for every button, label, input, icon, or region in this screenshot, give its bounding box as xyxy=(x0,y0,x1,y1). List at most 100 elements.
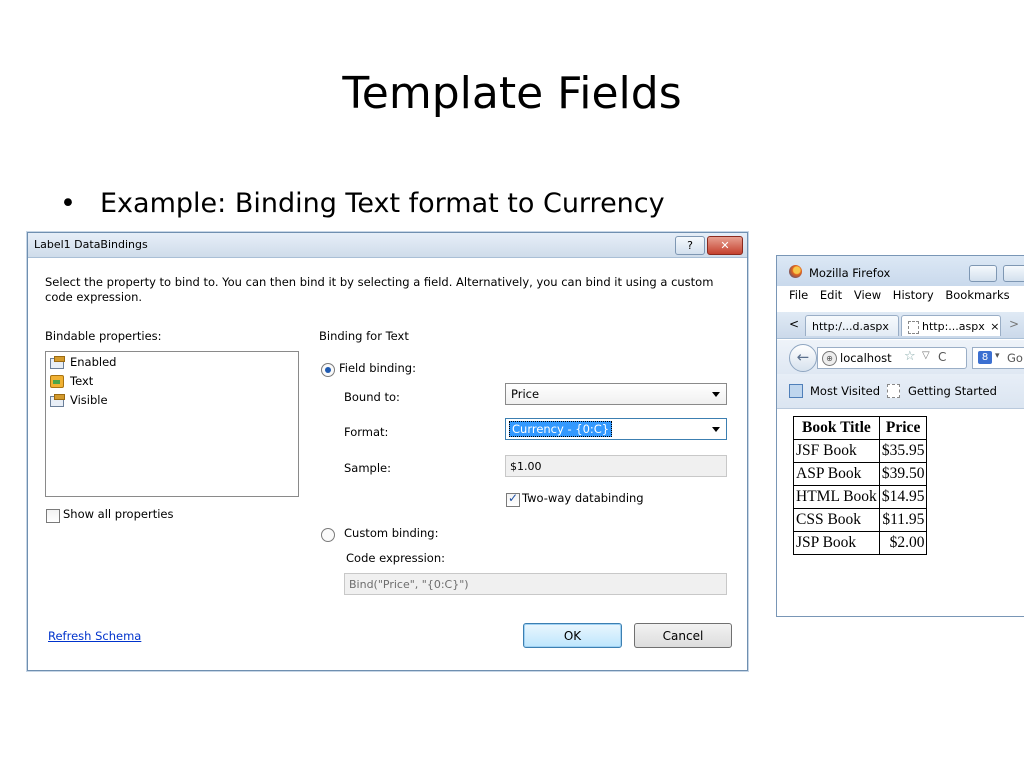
table-cell: HTML Book xyxy=(793,485,880,509)
property-icon xyxy=(50,355,65,369)
bound-to-label: Bound to: xyxy=(344,390,400,404)
code-expression-value: Bind("Price", "{0:C}") xyxy=(349,578,469,591)
bookmark-star-icon[interactable]: ☆ xyxy=(904,349,916,364)
table-header-row: Book Title Price xyxy=(793,416,928,440)
bookmarks-toolbar: Most Visited Getting Started xyxy=(777,374,1024,409)
chevron-down-icon[interactable]: ▾ xyxy=(995,351,1000,361)
chevron-down-icon xyxy=(712,392,720,397)
custom-binding-radio[interactable] xyxy=(321,528,335,542)
menu-file[interactable]: File xyxy=(789,288,808,302)
table-header: Price xyxy=(878,416,928,440)
tab-active[interactable]: http:...aspx × xyxy=(901,315,1001,336)
tab-scroll-right-icon[interactable]: > xyxy=(1009,317,1019,331)
menu-bookmarks[interactable]: Bookmarks xyxy=(945,288,1009,302)
table-row: HTML Book $14.95 xyxy=(793,485,928,509)
tab-first[interactable]: http:/...d.aspx xyxy=(805,315,899,336)
bindable-properties-label: Bindable properties: xyxy=(45,329,162,343)
list-item-visible[interactable]: Visible xyxy=(46,390,298,409)
url-bar[interactable]: ⊕ localhost ☆ ▽ C xyxy=(817,347,967,369)
binding-for-label: Binding for Text xyxy=(319,329,409,343)
sample-field: $1.00 xyxy=(505,455,727,477)
code-expression-field[interactable]: Bind("Price", "{0:C}") xyxy=(344,573,727,595)
back-button[interactable]: ← xyxy=(789,344,817,372)
menu-history[interactable]: History xyxy=(893,288,934,302)
property-icon xyxy=(50,393,65,407)
tab-close-icon[interactable]: × xyxy=(990,320,999,333)
menu-view[interactable]: View xyxy=(854,288,881,302)
firefox-tabstrip: < http:/...d.aspx http:...aspx × > xyxy=(777,312,1024,339)
maximize-button[interactable] xyxy=(1003,265,1024,282)
custom-binding-label: Custom binding: xyxy=(344,526,439,540)
format-select[interactable]: Currency - {0:C} xyxy=(505,418,727,440)
chevron-down-icon[interactable]: ▽ xyxy=(922,350,930,361)
table-cell: JSP Book xyxy=(793,531,880,555)
slide-title: Template Fields xyxy=(342,68,682,119)
page-icon xyxy=(908,320,919,334)
tab-label: http:/...d.aspx xyxy=(812,320,889,333)
close-button[interactable]: ✕ xyxy=(707,236,743,255)
site-identity-icon[interactable]: ⊕ xyxy=(822,351,837,366)
field-binding-radio[interactable] xyxy=(321,363,335,377)
list-item-enabled[interactable]: Enabled xyxy=(46,352,298,371)
bound-to-value: Price xyxy=(511,387,540,401)
list-item-text[interactable]: Text xyxy=(46,371,298,390)
firefox-window: Mozilla Firefox File Edit View History B… xyxy=(776,255,1024,617)
tab-scroll-left-icon[interactable]: < xyxy=(789,317,799,331)
most-visited-icon xyxy=(789,384,803,398)
table-cell: $39.50 xyxy=(878,462,928,486)
bullet-point: • Example: Binding Text format to Currenc… xyxy=(60,188,665,219)
two-way-databinding-label: Two-way databinding xyxy=(522,491,644,505)
show-all-properties-checkbox[interactable] xyxy=(46,509,60,523)
text-property-icon xyxy=(50,374,64,388)
table-row: CSS Book $11.95 xyxy=(793,508,928,532)
dialog-instructions: Select the property to bind to. You can … xyxy=(45,275,714,304)
firefox-title: Mozilla Firefox xyxy=(809,266,891,280)
page-icon xyxy=(887,384,900,398)
table-cell: $2.00 xyxy=(878,531,928,555)
menu-edit[interactable]: Edit xyxy=(820,288,842,302)
firefox-titlebar: Mozilla Firefox xyxy=(777,256,1024,286)
cancel-button[interactable]: Cancel xyxy=(634,623,732,648)
bindable-properties-list[interactable]: Enabled Text Visible xyxy=(45,351,299,497)
bound-to-select[interactable]: Price xyxy=(505,383,727,405)
ok-button[interactable]: OK xyxy=(523,623,622,648)
databindings-dialog: Label1 DataBindings ? ✕ Select the prope… xyxy=(27,232,748,671)
list-item-label: Visible xyxy=(70,392,108,407)
table-cell: ASP Book xyxy=(793,462,880,486)
two-way-databinding-checkbox[interactable] xyxy=(506,491,520,507)
table-cell: JSF Book xyxy=(793,439,880,463)
bookmark-most-visited[interactable]: Most Visited xyxy=(810,384,880,398)
sample-value: $1.00 xyxy=(510,460,542,473)
reload-icon[interactable]: C xyxy=(938,350,946,364)
format-value: Currency - {0:C} xyxy=(509,421,613,437)
firefox-menubar: File Edit View History Bookmarks xyxy=(789,288,1018,302)
list-item-label: Enabled xyxy=(70,354,117,369)
list-item-label: Text xyxy=(70,373,94,388)
search-box[interactable]: 8 ▾ Go xyxy=(972,347,1024,369)
bullet-text: Example: Binding Text format to Currency xyxy=(100,188,665,219)
tab-label: http:...aspx xyxy=(922,320,985,333)
table-header: Book Title xyxy=(793,416,880,440)
search-engine-icon[interactable]: 8 xyxy=(978,351,992,364)
table-cell: $35.95 xyxy=(878,439,928,463)
table-cell: $11.95 xyxy=(878,508,928,532)
search-placeholder: Go xyxy=(1007,351,1023,365)
show-all-properties-label: Show all properties xyxy=(63,507,174,521)
table-row: JSF Book $35.95 xyxy=(793,439,928,463)
bookmark-getting-started[interactable]: Getting Started xyxy=(908,384,997,398)
table-cell: CSS Book xyxy=(793,508,880,532)
format-label: Format: xyxy=(344,425,389,439)
code-expression-label: Code expression: xyxy=(346,551,446,565)
sample-label: Sample: xyxy=(344,461,391,475)
dialog-titlebar: Label1 DataBindings ? ✕ xyxy=(28,233,747,258)
bullet-glyph: • xyxy=(60,188,76,219)
refresh-schema-link[interactable]: Refresh Schema xyxy=(48,629,141,643)
table-row: ASP Book $39.50 xyxy=(793,462,928,486)
table-cell: $14.95 xyxy=(878,485,928,509)
firefox-navbar: ← ⊕ localhost ☆ ▽ C 8 ▾ Go xyxy=(777,340,1024,374)
table-row: JSP Book $2.00 xyxy=(793,531,928,555)
firefox-logo-icon xyxy=(789,265,802,278)
books-table: Book Title Price JSF Book $35.95 ASP Boo… xyxy=(793,416,928,555)
minimize-button[interactable] xyxy=(969,265,997,282)
help-button[interactable]: ? xyxy=(675,236,705,255)
